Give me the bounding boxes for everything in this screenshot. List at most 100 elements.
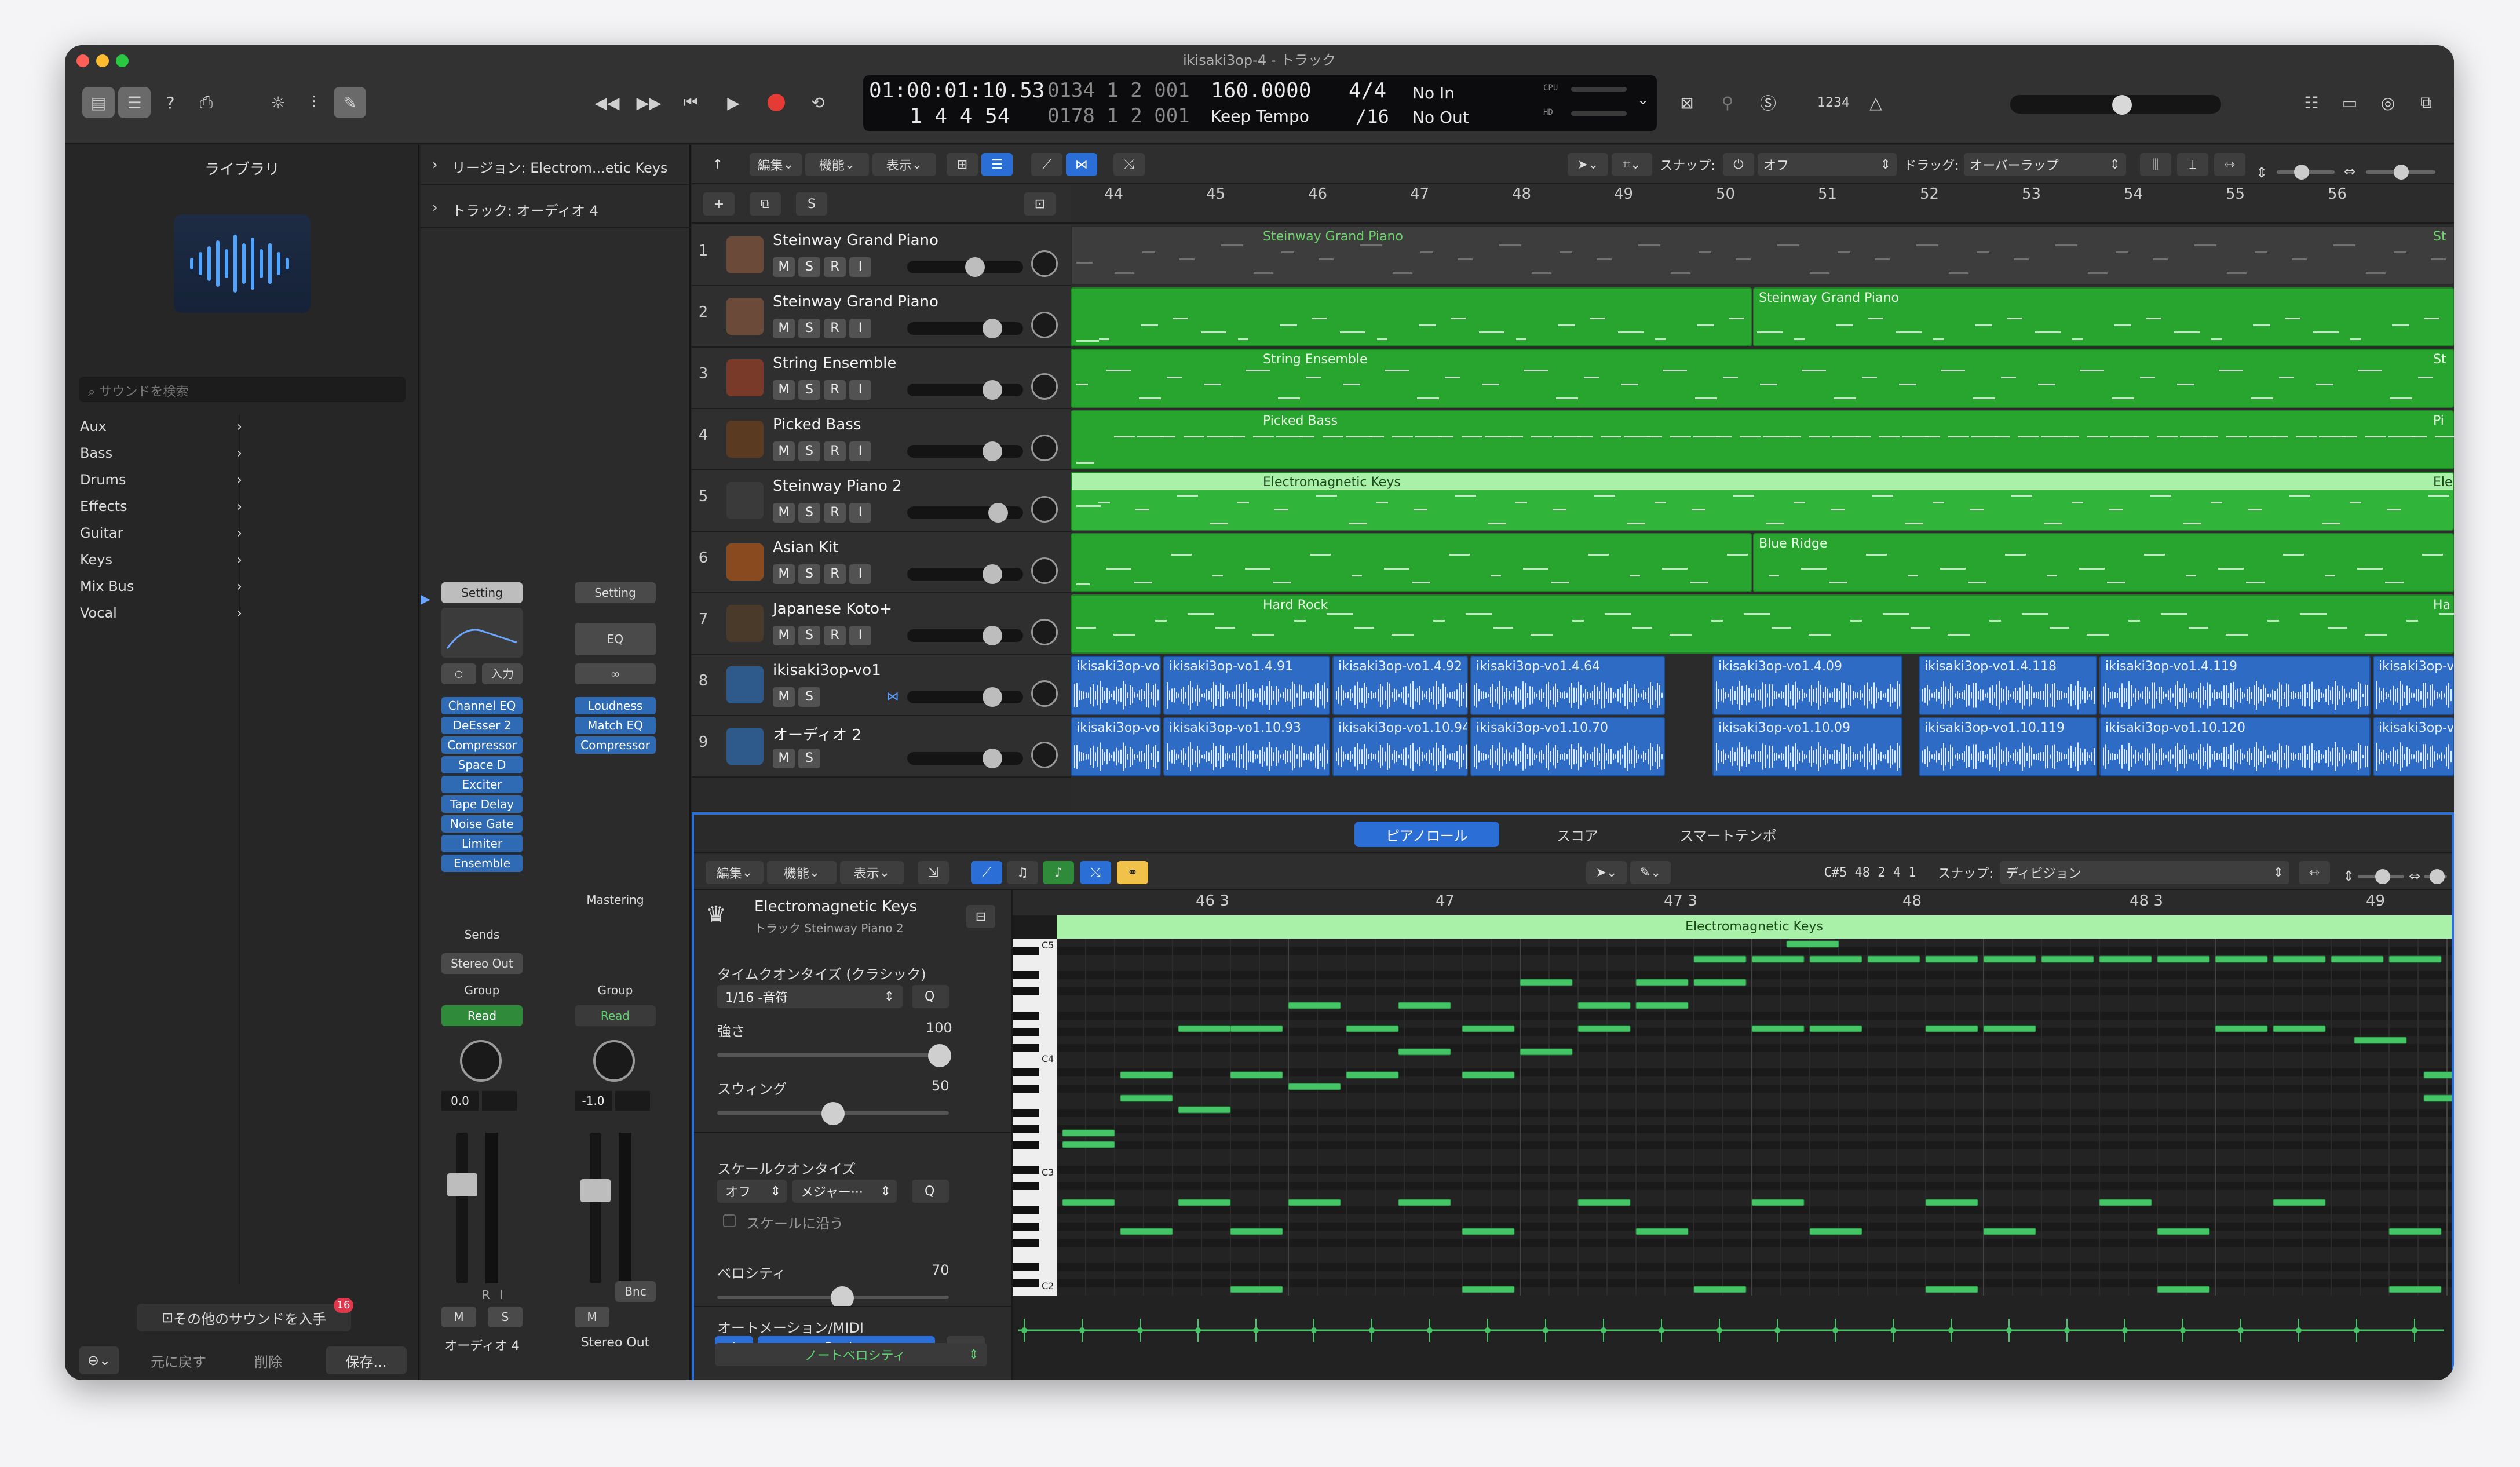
- track-m-button[interactable]: M: [773, 687, 795, 707]
- revert-button[interactable]: 元に戻す: [134, 1346, 222, 1374]
- add-track-button[interactable]: +: [703, 192, 735, 216]
- region-inspector-header[interactable]: › リージョン: Electrom...etic Keys: [421, 145, 691, 185]
- track-volume-knob[interactable]: [983, 626, 1002, 645]
- input-format-button[interactable]: ○: [441, 663, 476, 684]
- track-i-button[interactable]: I: [849, 441, 871, 461]
- track-name[interactable]: Japanese Koto+: [773, 600, 892, 618]
- track-volume-slider[interactable]: [907, 319, 1023, 338]
- vertical-zoom-slider[interactable]: [2358, 869, 2404, 884]
- midi-out-button[interactable]: ♪: [1043, 861, 1074, 884]
- library-button[interactable]: ▤: [82, 87, 115, 118]
- track-name[interactable]: Asian Kit: [773, 539, 839, 556]
- play-button[interactable]: ▶: [716, 87, 751, 118]
- piano-key-black[interactable]: [1013, 971, 1039, 979]
- snap-select[interactable]: オフ ⇕: [1758, 153, 1897, 176]
- eq-thumbnail[interactable]: [441, 608, 523, 658]
- piano-key-black[interactable]: [1013, 1263, 1039, 1271]
- metronome-button[interactable]: △: [1858, 87, 1893, 118]
- piano-key-black[interactable]: [1013, 1166, 1039, 1174]
- track-volume-knob[interactable]: [988, 503, 1008, 523]
- track-m-button[interactable]: M: [773, 257, 795, 277]
- automation-button[interactable]: ⟋: [1031, 153, 1062, 176]
- piano-key-black[interactable]: [1013, 1085, 1039, 1093]
- piano-key-black[interactable]: [1013, 1012, 1039, 1020]
- volume-value[interactable]: -1.0: [575, 1091, 612, 1111]
- track-s-button[interactable]: S: [798, 380, 820, 400]
- track-name[interactable]: Picked Bass: [773, 416, 861, 433]
- track-inspector-header[interactable]: › トラック: オーディオ 4: [421, 188, 691, 228]
- track-volume-slider[interactable]: [907, 687, 1023, 707]
- track-r-button[interactable]: R: [824, 257, 846, 277]
- tab-score[interactable]: スコア: [1505, 822, 1650, 847]
- tuner-button[interactable]: ⚲: [1710, 87, 1745, 118]
- track-pan-knob[interactable]: [1031, 619, 1058, 645]
- piano-key-black[interactable]: [1013, 1239, 1039, 1247]
- track-volume-knob[interactable]: [965, 257, 985, 277]
- note-grid[interactable]: [1057, 939, 2452, 1296]
- record-button[interactable]: [759, 87, 794, 118]
- mute-button[interactable]: M: [575, 1307, 609, 1327]
- track-volume-knob[interactable]: [983, 319, 1002, 338]
- track-volume-slider[interactable]: [907, 749, 1023, 768]
- region-strip[interactable]: Electromagnetic Keys: [1057, 915, 2452, 939]
- track-volume-slider[interactable]: [907, 257, 1023, 277]
- track-m-button[interactable]: M: [773, 503, 795, 523]
- track-volume-knob[interactable]: [983, 441, 1002, 461]
- track-i-button[interactable]: I: [849, 380, 871, 400]
- solo-button[interactable]: S: [488, 1307, 523, 1327]
- track-name[interactable]: String Ensemble: [773, 355, 896, 372]
- output-button[interactable]: Stereo Out: [441, 953, 523, 974]
- bounce-button[interactable]: Bnc: [615, 1281, 656, 1302]
- drag-select[interactable]: オーバーラップ ⇕: [1964, 153, 2126, 176]
- view-menu[interactable]: 表示 ⌄: [872, 153, 936, 176]
- track-header-4[interactable]: 4 Picked Bass M S R I: [692, 409, 1071, 470]
- track-name[interactable]: ikisaki3op-vo1: [773, 662, 881, 679]
- list-editors-button[interactable]: ☷: [2294, 87, 2329, 118]
- track-volume-knob[interactable]: [983, 564, 1002, 584]
- mixer-button[interactable]: ⫶: [298, 87, 330, 118]
- horizontal-zoom-knob[interactable]: [2394, 165, 2409, 180]
- track-header-8[interactable]: 8 ikisaki3op-vo1 M S ⋈: [692, 655, 1071, 716]
- plugin-space-d[interactable]: Space D: [441, 756, 523, 773]
- track-i-button[interactable]: I: [849, 319, 871, 338]
- region-inspector-toggle[interactable]: ⊟: [966, 905, 995, 928]
- setting-button[interactable]: Setting: [441, 582, 523, 603]
- edit-menu[interactable]: 編集 ⌄: [750, 153, 802, 176]
- track-r-button[interactable]: R: [824, 564, 846, 584]
- velocity-lane[interactable]: [1013, 1296, 2452, 1380]
- global-solo-button[interactable]: S: [796, 192, 827, 216]
- tab-smart-tempo[interactable]: スマートテンポ: [1656, 822, 1800, 847]
- editors-button[interactable]: ✎: [334, 87, 366, 118]
- bar-ruler[interactable]: 44 45 46 47 48 49 50 51 52 53 54 55 56: [1071, 185, 2454, 224]
- back-button[interactable]: ↑: [703, 153, 732, 176]
- master-volume-knob[interactable]: [2112, 95, 2132, 115]
- library-item-effects[interactable]: Effects ›: [80, 494, 242, 519]
- track-s-button[interactable]: S: [798, 441, 820, 461]
- track-r-button[interactable]: R: [824, 441, 846, 461]
- piano-key-black[interactable]: [1013, 1028, 1039, 1036]
- track-header-5[interactable]: 5 Steinway Piano 2 MSRI: [692, 470, 1071, 532]
- piano-key-black[interactable]: [1013, 1044, 1039, 1052]
- horizontal-zoom-slider[interactable]: [2366, 165, 2435, 180]
- track-volume-slider[interactable]: [907, 626, 1023, 645]
- link-button[interactable]: ⚭: [1117, 861, 1148, 884]
- browser-button[interactable]: ⧉: [2409, 87, 2444, 118]
- setting-button[interactable]: Setting: [575, 582, 656, 603]
- velocity-slider[interactable]: [717, 1286, 949, 1309]
- flex-button[interactable]: ⋈: [1066, 153, 1097, 176]
- track-volume-knob[interactable]: [983, 749, 1002, 768]
- group-button[interactable]: Group: [441, 980, 523, 1001]
- toolbar-toggle-button[interactable]: ⎙: [190, 87, 222, 118]
- track-pan-knob[interactable]: [1031, 250, 1058, 277]
- plugin-channel-eq[interactable]: Channel EQ: [441, 697, 523, 714]
- track-name[interactable]: オーディオ 2: [773, 723, 861, 745]
- track-pan-knob[interactable]: [1031, 680, 1058, 707]
- edit-menu[interactable]: 編集 ⌄: [706, 861, 764, 884]
- plugin-loudness[interactable]: Loudness: [575, 697, 656, 714]
- track-header-7[interactable]: 7 Japanese Koto+ M S R I: [692, 593, 1071, 655]
- library-item-mix-bus[interactable]: Mix Bus ›: [80, 574, 242, 599]
- vertical-zoom-slider[interactable]: [2277, 165, 2335, 180]
- plugin-compressor[interactable]: Compressor: [575, 736, 656, 754]
- plugin-limiter[interactable]: Limiter: [441, 835, 523, 852]
- track-s-button[interactable]: S: [798, 319, 820, 338]
